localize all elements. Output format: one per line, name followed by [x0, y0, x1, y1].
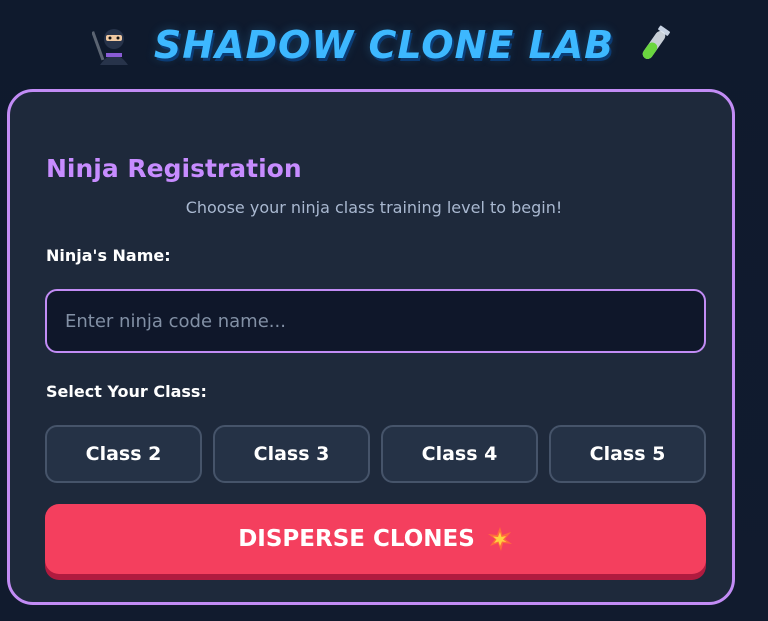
ninja-icon [91, 29, 128, 65]
name-label: Ninja's Name: [46, 246, 171, 265]
test-tube-icon [642, 25, 671, 60]
disperse-clones-button[interactable]: DISPERSE CLONES [45, 504, 706, 574]
class-label: Select Your Class: [46, 382, 207, 401]
section-heading: Ninja Registration [46, 154, 302, 183]
app-root: SHADOW CLONE LAB Ninja Registration Choo… [0, 0, 768, 621]
ninja-name-input[interactable] [45, 289, 706, 353]
class-4-button[interactable]: Class 4 [381, 425, 538, 483]
class-5-button[interactable]: Class 5 [549, 425, 706, 483]
class-selector: Class 2 Class 3 Class 4 Class 5 [45, 425, 706, 483]
app-title: SHADOW CLONE LAB [153, 23, 615, 67]
class-3-button[interactable]: Class 3 [213, 425, 370, 483]
section-subtitle: Choose your ninja class training level t… [185, 198, 563, 217]
collision-icon [487, 527, 512, 551]
header: SHADOW CLONE LAB [0, 14, 768, 76]
disperse-clones-label: DISPERSE CLONES [238, 526, 475, 552]
class-2-button[interactable]: Class 2 [45, 425, 202, 483]
registration-card: Ninja Registration Choose your ninja cla… [7, 89, 735, 605]
